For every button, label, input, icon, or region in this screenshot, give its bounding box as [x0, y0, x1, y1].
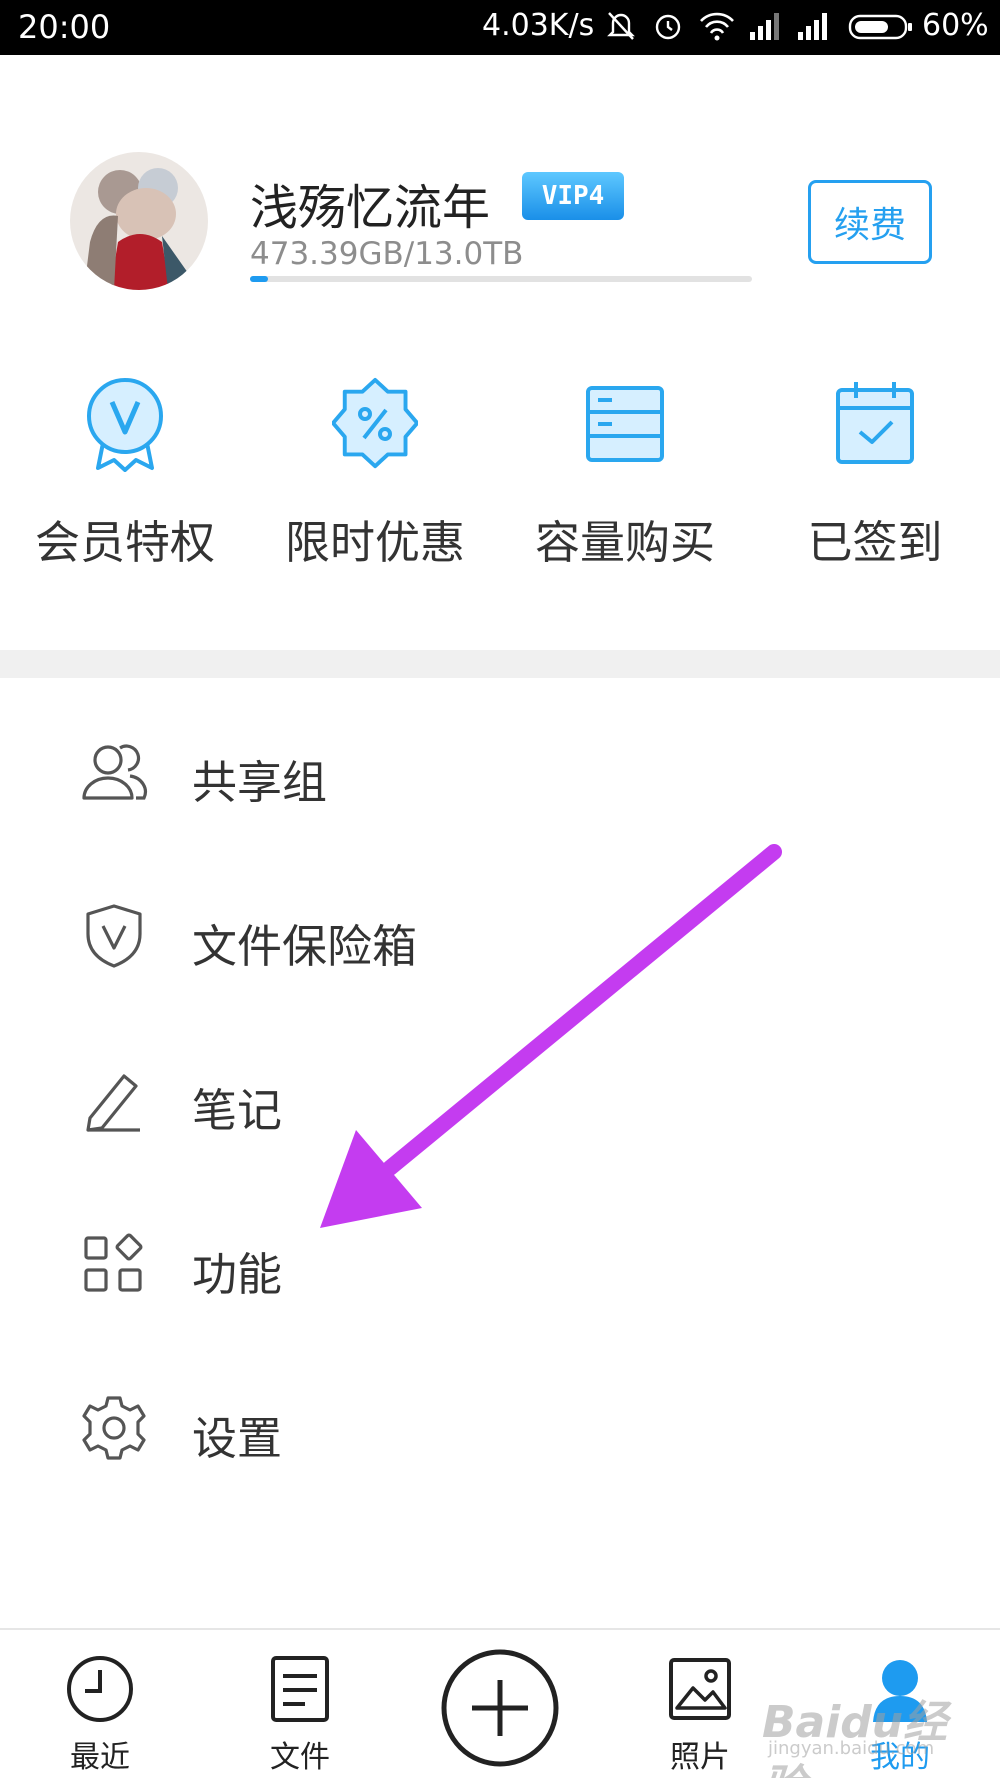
- vip-badge: VIP4: [522, 172, 624, 220]
- clock-icon: [67, 1656, 133, 1722]
- menu-item-label: 共享组: [192, 756, 328, 809]
- image-icon: [669, 1658, 731, 1720]
- nav-photos[interactable]: 照片: [625, 1630, 775, 1778]
- status-time: 20:00: [18, 8, 111, 46]
- alarm-icon: [655, 14, 681, 40]
- discount-badge-icon: [332, 377, 418, 469]
- menu-item-label: 笔记: [192, 1084, 283, 1137]
- storage-usage-text: 473.39GB/13.0TB: [250, 236, 524, 272]
- quick-action-label: 已签到: [807, 516, 943, 569]
- gear-icon: [82, 1396, 146, 1460]
- avatar-image: [70, 152, 208, 290]
- quick-action-label: 限时优惠: [284, 516, 465, 569]
- document-icon: [271, 1656, 329, 1722]
- baidu-watermark: Baidu经验 jingyan.baidu.com: [762, 1686, 952, 1778]
- nav-recent[interactable]: 最近: [25, 1630, 175, 1778]
- watermark-logo-text: Baidu经验: [762, 1697, 948, 1778]
- battery-icon: [848, 14, 912, 40]
- signal-icon-2: [798, 13, 827, 40]
- nav-label: 照片: [670, 1740, 730, 1775]
- quick-action-vip-privileges[interactable]: 会员特权: [0, 376, 250, 576]
- wifi-icon: [700, 12, 734, 41]
- menu-item-label: 设置: [192, 1412, 283, 1465]
- renew-button[interactable]: 续费: [808, 180, 932, 264]
- nav-files[interactable]: 文件: [225, 1630, 375, 1778]
- menu-item-settings[interactable]: 设置: [0, 1364, 1000, 1484]
- grid-icon: [84, 1233, 143, 1292]
- menu-item-label: 功能: [192, 1248, 283, 1301]
- calendar-check-icon: [836, 382, 914, 464]
- network-speed: 4.03K/s: [482, 8, 595, 43]
- pencil-icon: [86, 1074, 140, 1132]
- add-button[interactable]: [440, 1648, 560, 1768]
- menu-item-share-group[interactable]: 共享组: [0, 708, 1000, 828]
- menu-item-file-vault[interactable]: 文件保险箱: [0, 872, 1000, 992]
- menu-item-label: 文件保险箱: [192, 920, 418, 973]
- username: 浅殇忆流年: [250, 180, 491, 236]
- section-divider: [0, 650, 1000, 678]
- signal-icon-1: [750, 13, 779, 40]
- status-bar: 20:00 4.03K/s 60%: [0, 0, 1000, 55]
- quick-action-limited-offers[interactable]: 限时优惠: [250, 376, 500, 576]
- menu-item-features[interactable]: 功能: [0, 1200, 1000, 1320]
- mute-bell-icon: [607, 12, 635, 40]
- quick-action-buy-storage[interactable]: 容量购买: [500, 376, 750, 576]
- storage-server-icon: [586, 386, 664, 462]
- storage-progress-bar: [250, 276, 752, 282]
- shield-icon: [86, 904, 142, 968]
- quick-action-label: 容量购买: [534, 516, 715, 569]
- people-icon: [82, 744, 147, 800]
- nav-label: 最近: [70, 1740, 130, 1775]
- quick-action-checked-in[interactable]: 已签到: [750, 376, 1000, 576]
- vip-medal-icon: [87, 378, 163, 472]
- watermark-url: jingyan.baidu.com: [768, 1738, 935, 1759]
- storage-progress-fill: [250, 276, 268, 282]
- battery-percentage: 60%: [922, 8, 989, 43]
- quick-action-label: 会员特权: [34, 516, 215, 569]
- menu-item-notes[interactable]: 笔记: [0, 1036, 1000, 1156]
- nav-label: 文件: [270, 1740, 330, 1775]
- avatar[interactable]: [70, 152, 208, 290]
